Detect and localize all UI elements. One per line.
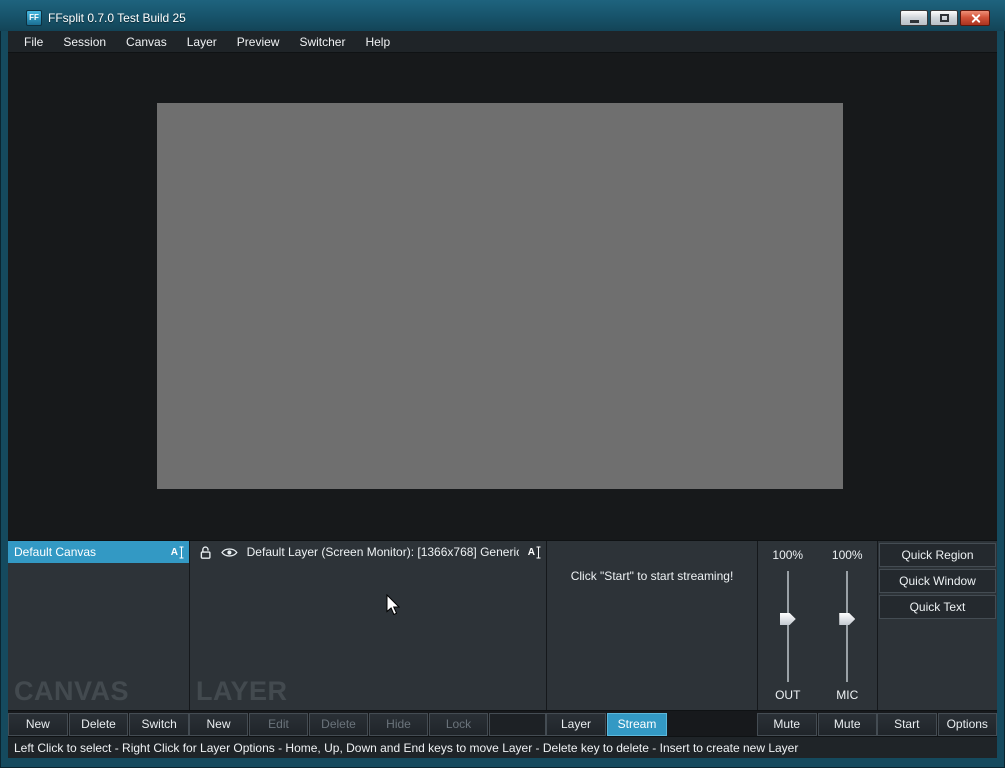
menu-help[interactable]: Help bbox=[355, 32, 400, 52]
view-tab-group: Layer Stream bbox=[546, 713, 757, 736]
preview-area bbox=[8, 53, 997, 540]
out-volume-value: 100% bbox=[772, 548, 803, 564]
layer-watermark: LAYER bbox=[196, 676, 288, 707]
stream-control-group: Start Options bbox=[877, 713, 997, 736]
app-icon: FF bbox=[26, 10, 42, 26]
quick-text-button[interactable]: Quick Text bbox=[879, 595, 996, 619]
maximize-icon bbox=[940, 14, 949, 22]
mic-volume-column: 100% MIC bbox=[818, 541, 878, 710]
rename-layer-icon[interactable]: A bbox=[528, 546, 541, 559]
out-slider-thumb[interactable] bbox=[780, 613, 796, 625]
minimize-button[interactable] bbox=[900, 10, 928, 26]
quick-window-button[interactable]: Quick Window bbox=[879, 569, 996, 593]
close-button[interactable] bbox=[960, 10, 990, 26]
app-content: File Session Canvas Layer Preview Switch… bbox=[8, 31, 997, 758]
start-button[interactable]: Start bbox=[877, 713, 937, 736]
mute-mic-button[interactable]: Mute bbox=[818, 713, 878, 736]
menu-switcher[interactable]: Switcher bbox=[289, 32, 355, 52]
menu-bar: File Session Canvas Layer Preview Switch… bbox=[8, 31, 997, 53]
window-controls bbox=[900, 10, 990, 26]
layer-lock-button[interactable]: Lock bbox=[429, 713, 488, 736]
layer-list-item[interactable]: Default Layer (Screen Monitor): [1366x76… bbox=[190, 541, 546, 563]
out-volume-slider[interactable] bbox=[787, 571, 789, 682]
menu-layer[interactable]: Layer bbox=[177, 32, 227, 52]
layer-name: Default Layer (Screen Monitor): [1366x76… bbox=[247, 545, 519, 559]
tab-stream[interactable]: Stream bbox=[607, 713, 667, 736]
minimize-icon bbox=[910, 20, 919, 23]
text-cursor-icon bbox=[179, 546, 184, 559]
mouse-cursor bbox=[386, 594, 400, 616]
canvas-new-button[interactable]: New bbox=[8, 713, 68, 736]
rename-letter: A bbox=[171, 547, 178, 558]
bottom-button-row: New Delete Switch New Edit Delete Hide L… bbox=[8, 710, 997, 736]
canvas-switch-button[interactable]: Switch bbox=[129, 713, 189, 736]
app-icon-text: FF bbox=[29, 13, 39, 22]
status-text: Left Click to select - Right Click for L… bbox=[14, 741, 798, 755]
mute-button-group: Mute Mute bbox=[757, 713, 877, 736]
close-icon bbox=[971, 14, 980, 23]
tab-group-spacer bbox=[668, 713, 757, 736]
audio-panel: 100% OUT 100% MIC bbox=[757, 541, 877, 710]
stream-status-panel: Click "Start" to start streaming! bbox=[546, 541, 757, 710]
menu-preview[interactable]: Preview bbox=[227, 32, 290, 52]
mic-slider-label: MIC bbox=[836, 688, 858, 704]
mute-out-button[interactable]: Mute bbox=[757, 713, 817, 736]
canvas-name: Default Canvas bbox=[14, 545, 96, 559]
maximize-button[interactable] bbox=[930, 10, 958, 26]
text-cursor-icon bbox=[536, 546, 541, 559]
empty-button-slot bbox=[489, 713, 546, 736]
quick-actions-panel: Quick Region Quick Window Quick Text bbox=[877, 541, 997, 710]
layer-hide-button[interactable]: Hide bbox=[369, 713, 428, 736]
out-volume-column: 100% OUT bbox=[758, 541, 818, 710]
canvas-button-group: New Delete Switch bbox=[8, 713, 189, 736]
title-bar[interactable]: FF FFsplit 0.7.0 Test Build 25 bbox=[0, 0, 1005, 31]
canvas-watermark: CANVAS bbox=[14, 676, 129, 707]
bottom-panels: Default Canvas A CANVAS bbox=[8, 540, 997, 710]
menu-session[interactable]: Session bbox=[53, 32, 116, 52]
tab-layer[interactable]: Layer bbox=[546, 713, 606, 736]
menu-file[interactable]: File bbox=[14, 32, 53, 52]
window-title: FFsplit 0.7.0 Test Build 25 bbox=[48, 11, 186, 25]
quick-region-button[interactable]: Quick Region bbox=[879, 543, 996, 567]
layer-new-button[interactable]: New bbox=[189, 713, 248, 736]
layer-delete-button[interactable]: Delete bbox=[309, 713, 368, 736]
canvas-list-item[interactable]: Default Canvas A bbox=[8, 541, 189, 563]
canvas-delete-button[interactable]: Delete bbox=[69, 713, 129, 736]
rename-letter: A bbox=[528, 547, 535, 558]
unlock-icon bbox=[199, 545, 212, 560]
menu-canvas[interactable]: Canvas bbox=[116, 32, 177, 52]
canvas-panel: Default Canvas A CANVAS bbox=[8, 541, 189, 710]
app-window: FF FFsplit 0.7.0 Test Build 25 File Sess… bbox=[0, 0, 1005, 768]
visibility-eye-icon bbox=[221, 547, 238, 558]
status-bar: Left Click to select - Right Click for L… bbox=[8, 736, 997, 758]
out-slider-label: OUT bbox=[775, 688, 800, 704]
layer-button-group: New Edit Delete Hide Lock bbox=[189, 713, 546, 736]
layer-list-body[interactable]: LAYER bbox=[190, 563, 546, 710]
layer-edit-button[interactable]: Edit bbox=[249, 713, 308, 736]
canvas-preview[interactable] bbox=[157, 103, 843, 489]
rename-canvas-icon[interactable]: A bbox=[171, 546, 184, 559]
mic-volume-slider[interactable] bbox=[846, 571, 848, 682]
options-button[interactable]: Options bbox=[938, 713, 998, 736]
canvas-list-body[interactable]: CANVAS bbox=[8, 563, 189, 710]
mic-volume-value: 100% bbox=[832, 548, 863, 564]
stream-status-text: Click "Start" to start streaming! bbox=[547, 541, 757, 583]
mic-slider-thumb[interactable] bbox=[839, 613, 855, 625]
layer-panel: Default Layer (Screen Monitor): [1366x76… bbox=[189, 541, 546, 710]
